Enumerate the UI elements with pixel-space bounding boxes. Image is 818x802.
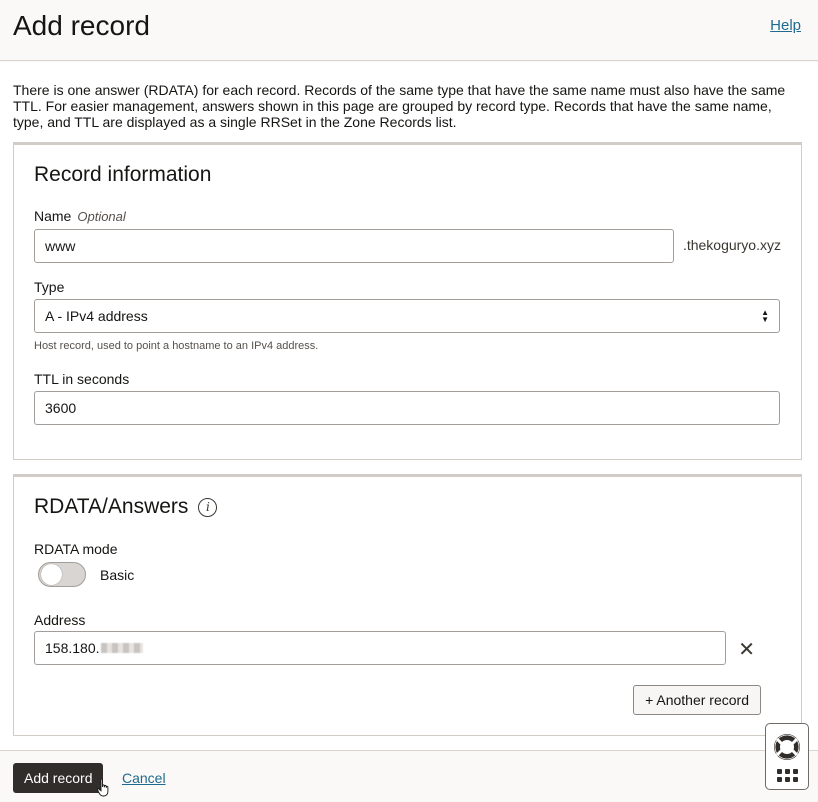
name-label-text: Name bbox=[34, 208, 72, 224]
page-title: Add record bbox=[13, 10, 150, 41]
optional-tag: Optional bbox=[77, 209, 126, 224]
address-input-value: 158.180. bbox=[45, 640, 100, 656]
another-record-button[interactable]: + Another record bbox=[633, 685, 761, 715]
lifebuoy-icon bbox=[774, 733, 800, 760]
record-information-section: Record information Name Optional www .the… bbox=[13, 142, 802, 460]
help-widget[interactable] bbox=[765, 723, 809, 790]
close-icon[interactable]: ✕ bbox=[738, 640, 755, 660]
type-select[interactable]: A - IPv4 address ▲ ▼ bbox=[34, 299, 780, 333]
rdata-mode-row: Basic bbox=[38, 562, 134, 587]
hand-cursor-icon bbox=[97, 778, 109, 797]
ttl-input-value: 3600 bbox=[45, 400, 77, 416]
form-body[interactable]: There is one answer (RDATA) for each rec… bbox=[0, 62, 818, 750]
rdata-mode-toggle[interactable] bbox=[38, 562, 86, 587]
name-label: Name Optional bbox=[34, 208, 126, 224]
type-select-value: A - IPv4 address bbox=[45, 308, 148, 324]
grid-icon bbox=[776, 768, 798, 782]
info-icon[interactable]: i bbox=[198, 497, 218, 517]
select-arrows-icon: ▲ ▼ bbox=[761, 308, 769, 324]
add-record-button[interactable]: Add record bbox=[13, 763, 104, 793]
intro-text: There is one answer (RDATA) for each rec… bbox=[13, 82, 786, 130]
name-input-value: www bbox=[45, 238, 76, 254]
type-helper-text: Host record, used to point a hostname to… bbox=[34, 340, 319, 352]
section-title-record-information: Record information bbox=[34, 163, 211, 187]
page-header: Add record Help bbox=[0, 0, 818, 61]
help-link[interactable]: Help bbox=[770, 17, 801, 34]
ttl-input[interactable]: 3600 bbox=[34, 391, 780, 425]
type-label: Type bbox=[34, 279, 65, 295]
rdata-section: RDATA/Answers i RDATA mode Basic Address… bbox=[13, 474, 802, 736]
address-input[interactable]: 158.180. bbox=[34, 631, 726, 665]
cancel-link[interactable]: Cancel bbox=[122, 770, 166, 786]
address-label: Address bbox=[34, 612, 86, 628]
ttl-label: TTL in seconds bbox=[34, 371, 130, 387]
name-input[interactable]: www bbox=[34, 229, 674, 263]
redacted-blur bbox=[100, 643, 143, 653]
section-title-text: RDATA/Answers bbox=[34, 495, 189, 518]
toggle-knob bbox=[41, 564, 62, 585]
page-footer: Add record Cancel bbox=[0, 750, 818, 802]
rdata-mode-value: Basic bbox=[100, 566, 135, 583]
rdata-mode-label: RDATA mode bbox=[34, 541, 118, 557]
zone-suffix: .thekoguryo.xyz bbox=[682, 237, 781, 253]
section-title-text: Record information bbox=[34, 163, 212, 186]
section-title-rdata: RDATA/Answers i bbox=[34, 495, 218, 519]
